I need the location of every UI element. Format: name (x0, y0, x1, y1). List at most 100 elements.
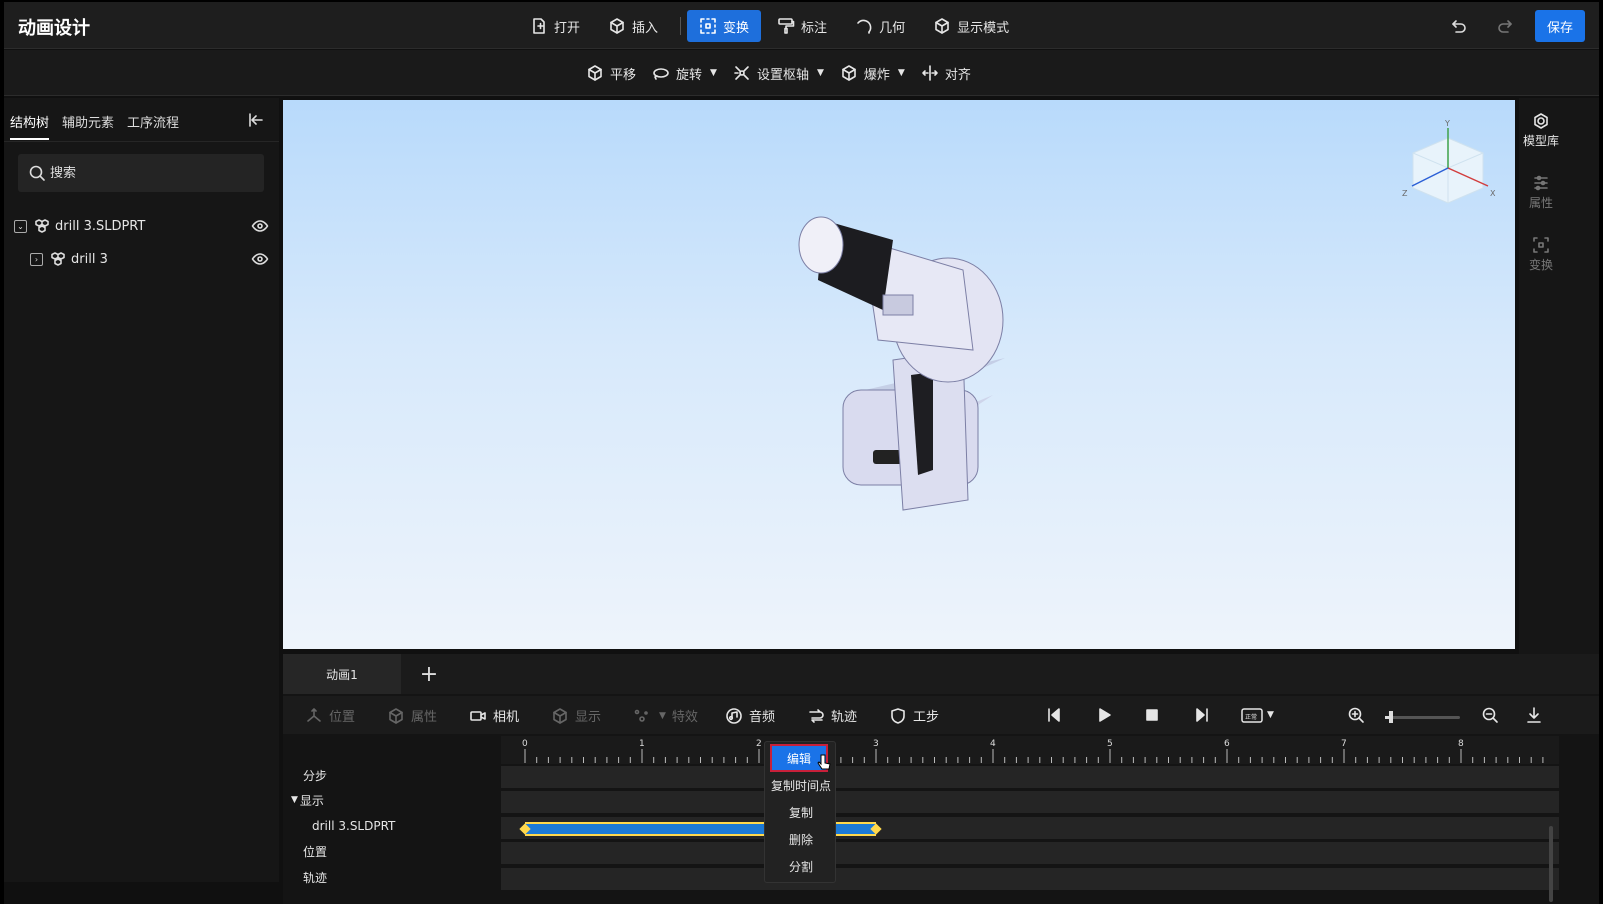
rotate-button[interactable]: 旋转 ▼ (644, 57, 725, 89)
properties-button[interactable]: 属性 (1519, 174, 1563, 211)
properties-track-label: 属性 (411, 710, 438, 725)
speed-label: 正常 (1245, 713, 1257, 721)
3d-viewport[interactable]: Y X Z (283, 100, 1515, 649)
hand-cursor-icon (817, 754, 831, 770)
effects-track-button[interactable]: ▼ 特效 (633, 706, 698, 725)
menu-item-split[interactable]: 分割 (765, 855, 837, 877)
insert-cube-icon (608, 17, 626, 35)
model-library-icon (1532, 112, 1550, 130)
tree-item-label: drill 3.SLDPRT (55, 218, 146, 234)
visibility-eye-icon[interactable] (251, 250, 269, 268)
speed-icon: 正常 (1241, 708, 1263, 723)
download-icon[interactable] (1525, 706, 1543, 724)
axis-z-label: Z (1402, 189, 1408, 198)
ruler-tick-label: 8 (1458, 739, 1464, 749)
drill-model[interactable] (783, 200, 1033, 540)
model-library-button[interactable]: 模型库 (1519, 112, 1563, 149)
camera-track-button[interactable]: 相机 (469, 706, 519, 725)
geometry-button[interactable]: 几何 (843, 10, 917, 42)
tab-animation-1[interactable]: 动画1 (283, 654, 401, 694)
insert-button[interactable]: 插入 (596, 10, 670, 42)
display-mode-button[interactable]: 显示模式 (921, 10, 1021, 42)
ruler-tick-label: 7 (1341, 739, 1347, 749)
zoom-slider-handle[interactable] (1389, 711, 1393, 723)
display-label: 显示 (575, 710, 602, 725)
tab-process-flow[interactable]: 工序流程 (127, 112, 179, 131)
transform-icon (699, 17, 717, 35)
time-ruler[interactable]: 0 1 2 3 4 5 6 7 8 (501, 736, 1559, 764)
geometry-label: 几何 (879, 20, 906, 36)
assembly-icon (49, 250, 67, 268)
align-button[interactable]: 对齐 (913, 57, 979, 89)
step-forward-icon[interactable] (1193, 706, 1211, 724)
menu-item-delete[interactable]: 删除 (765, 828, 837, 850)
track-group-display[interactable]: ▼ 显示 (291, 789, 324, 811)
zoom-out-icon[interactable] (1481, 706, 1499, 724)
explode-button[interactable]: 爆炸 ▼ (832, 57, 913, 89)
position-track-button[interactable]: 位置 (305, 706, 355, 725)
step-track-button[interactable]: 工步 (889, 706, 939, 725)
zoom-in-icon[interactable] (1347, 706, 1365, 724)
trajectory-track-button[interactable]: 轨迹 (807, 706, 857, 725)
visibility-eye-icon[interactable] (251, 217, 269, 235)
menu-item-copy-timepoint[interactable]: 复制时间点 (765, 774, 837, 796)
set-pivot-button[interactable]: 设置枢轴 ▼ (725, 57, 832, 89)
rotate-icon (652, 64, 670, 82)
audio-icon (725, 707, 743, 725)
zoom-slider[interactable] (1385, 711, 1460, 723)
speed-selector[interactable]: 正常 ▼ (1241, 706, 1274, 724)
menu-item-copy[interactable]: 复制 (765, 801, 837, 823)
translate-button[interactable]: 平移 (578, 57, 644, 89)
properties-track-button[interactable]: 属性 (387, 706, 437, 725)
step-back-icon[interactable] (1045, 706, 1063, 724)
redo-button[interactable] (1489, 10, 1521, 42)
tree-item-drill-assembly[interactable]: ⌄ drill 3.SLDPRT (4, 212, 279, 240)
add-animation-button[interactable]: + (409, 654, 449, 694)
display-mode-label: 显示模式 (957, 20, 1010, 36)
set-pivot-label: 设置枢轴 (756, 67, 809, 83)
camera-label: 相机 (493, 710, 520, 725)
tab-structure-tree[interactable]: 结构树 (10, 112, 50, 140)
right-rail: 模型库 属性 变换 (1519, 98, 1599, 654)
annotate-button[interactable]: 标注 (765, 10, 839, 42)
panel-tabs: 结构树 辅助元素 工序流程 (4, 98, 279, 142)
model-library-label: 模型库 (1522, 134, 1559, 148)
lane-position[interactable] (501, 842, 1559, 864)
tab-aux-elements[interactable]: 辅助元素 (62, 112, 114, 131)
track-label-drill[interactable]: drill 3.SLDPRT (312, 815, 395, 837)
transform-rail-button[interactable]: 变换 (1519, 236, 1563, 273)
step-shield-icon (889, 707, 907, 725)
track-label-steps[interactable]: 分步 (303, 764, 327, 786)
collapse-toggle-icon[interactable]: ⌄ (14, 219, 27, 233)
collapse-panel-icon[interactable] (247, 111, 265, 129)
position-axes-icon (305, 707, 323, 725)
ruler-tick-label: 4 (990, 739, 996, 749)
track-label-position[interactable]: 位置 (303, 840, 327, 862)
track-label-trajectory[interactable]: 轨迹 (303, 866, 327, 888)
ruler-tick-label: 6 (1224, 739, 1230, 749)
stop-icon[interactable] (1143, 706, 1161, 724)
ruler-tick-label: 3 (873, 739, 879, 749)
play-icon[interactable] (1095, 706, 1113, 724)
lane-display[interactable] (501, 791, 1559, 813)
transform-button[interactable]: 变换 (687, 10, 762, 42)
transform-rail-label: 变换 (1528, 258, 1553, 272)
translate-cube-icon (586, 64, 604, 82)
lane-steps[interactable] (501, 766, 1559, 788)
open-button[interactable]: 打开 (518, 10, 592, 42)
expand-toggle-icon[interactable]: › (30, 252, 43, 266)
search-input[interactable] (50, 154, 250, 192)
open-file-icon (530, 17, 548, 35)
lane-trajectory[interactable] (501, 868, 1559, 890)
undo-button[interactable] (1443, 10, 1475, 42)
display-track-button[interactable]: 显示 (551, 706, 601, 725)
timeline-scrollbar[interactable] (1549, 826, 1553, 902)
geometry-arc-icon (855, 17, 873, 35)
navigation-cube[interactable]: Y X Z (1398, 118, 1498, 218)
properties-label: 属性 (1528, 196, 1553, 210)
group-expanded-icon: ▼ (291, 795, 298, 805)
audio-track-button[interactable]: 音频 (725, 706, 775, 725)
track-area[interactable]: 0 1 2 3 4 5 6 7 8 (501, 736, 1559, 904)
tree-item-drill-part[interactable]: › drill 3 (4, 245, 279, 273)
save-button[interactable]: 保存 (1534, 10, 1585, 42)
